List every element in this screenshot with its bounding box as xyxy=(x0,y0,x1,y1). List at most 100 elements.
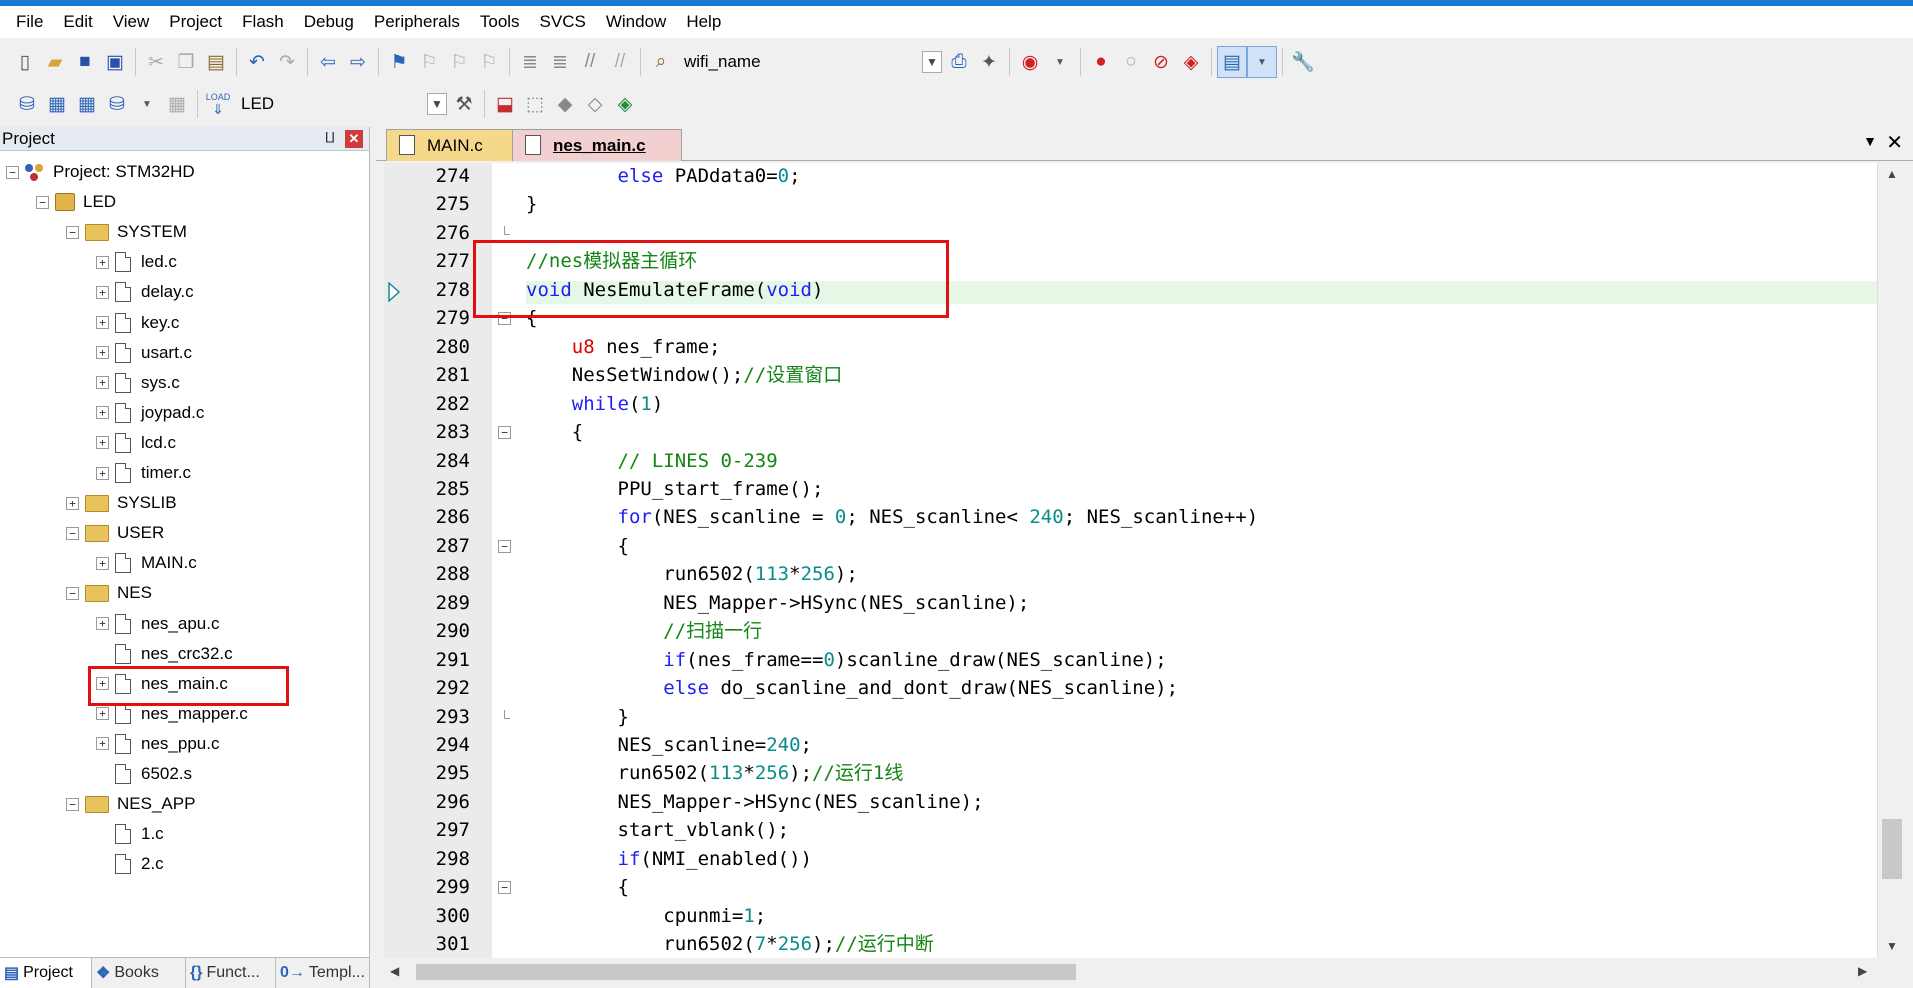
expand-icon[interactable]: + xyxy=(96,617,109,630)
target-options-icon[interactable]: ⚒ xyxy=(449,88,479,120)
nav-forward-icon[interactable]: ⇨ xyxy=(343,46,373,78)
expand-icon[interactable]: + xyxy=(96,255,109,269)
next-bookmark-icon[interactable]: ⚐ xyxy=(444,46,474,78)
disable-all-breakpoints-icon[interactable]: ⊘ xyxy=(1146,46,1176,78)
menu-peripherals[interactable]: Peripherals xyxy=(364,6,470,38)
menu-project[interactable]: Project xyxy=(159,6,232,38)
fold-icon[interactable]: − xyxy=(498,426,511,440)
tree-item[interactable]: 6502.s xyxy=(96,762,192,786)
tree-item[interactable]: + nes_apu.c xyxy=(96,612,219,636)
collapse-icon[interactable]: − xyxy=(36,195,49,209)
expand-icon[interactable]: + xyxy=(96,376,109,390)
download-icon[interactable]: LOAD ⇓ xyxy=(203,88,233,120)
expand-icon[interactable]: + xyxy=(96,556,109,570)
collapse-icon[interactable]: − xyxy=(66,526,79,540)
collapse-icon[interactable]: − xyxy=(6,165,19,179)
select-packs-icon[interactable]: ⬚ xyxy=(520,88,550,120)
incremental-find-icon[interactable]: ✦ xyxy=(974,46,1004,78)
expand-icon[interactable]: + xyxy=(96,346,109,360)
fold-icon[interactable]: − xyxy=(498,881,511,895)
configure-icon[interactable]: 🔧 xyxy=(1288,46,1318,78)
menu-file[interactable]: File xyxy=(6,6,53,38)
close-icon[interactable]: ✕ xyxy=(1886,130,1903,155)
vertical-scrollbar[interactable]: ▲ ▼ xyxy=(1877,163,1905,958)
clear-bookmarks-icon[interactable]: ⚐ xyxy=(474,46,504,78)
fold-icon[interactable]: − xyxy=(498,539,511,553)
batch-build-icon[interactable]: ⛁ xyxy=(102,88,132,120)
tree-item[interactable]: + SYSLIB xyxy=(66,491,177,515)
expand-icon[interactable]: + xyxy=(96,406,109,420)
chevron-down-icon[interactable]: ▼ xyxy=(427,93,447,115)
collapse-icon[interactable]: − xyxy=(66,797,79,811)
tree-item[interactable]: + led.c xyxy=(96,250,177,274)
expand-icon[interactable]: + xyxy=(96,707,109,721)
tree-item[interactable]: − USER xyxy=(66,521,164,545)
expand-icon[interactable]: + xyxy=(66,496,79,510)
debug-session-icon[interactable]: ◉ xyxy=(1015,46,1045,78)
tab-list-dropdown-icon[interactable]: ▼ xyxy=(1863,133,1877,149)
find-icon[interactable]: ⎙ xyxy=(944,46,974,78)
tree-item[interactable]: + delay.c xyxy=(96,280,194,304)
layout-dropdown-icon[interactable]: ▼ xyxy=(1247,46,1277,78)
horizontal-scrollbar[interactable]: ◀ ▶ xyxy=(384,958,1877,986)
tree-item[interactable]: 2.c xyxy=(96,852,164,876)
expand-icon[interactable]: + xyxy=(96,436,109,450)
tree-item[interactable]: − NES_APP xyxy=(66,792,195,816)
menu-debug[interactable]: Debug xyxy=(294,6,364,38)
tree-item[interactable]: − SYSTEM xyxy=(66,220,187,244)
batch-dropdown-icon[interactable]: ▼ xyxy=(132,88,162,120)
nav-back-icon[interactable]: ⇦ xyxy=(313,46,343,78)
tree-item[interactable]: − Project: STM32HD xyxy=(6,160,195,184)
stop-build-icon[interactable]: ▦ xyxy=(162,88,192,120)
manage-components-icon[interactable]: ◆ xyxy=(550,88,580,120)
translate-icon[interactable]: ⛁ xyxy=(12,88,42,120)
window-layout-icon[interactable]: ▤ xyxy=(1217,46,1247,78)
bottom-tab-funct[interactable]: {} Funct... xyxy=(186,958,276,988)
pack-installer-icon[interactable]: ◇ xyxy=(580,88,610,120)
tree-item[interactable]: + sys.c xyxy=(96,371,180,395)
menu-tools[interactable]: Tools xyxy=(470,6,530,38)
tree-item[interactable]: + nes_ppu.c xyxy=(96,732,219,756)
breakpoint-icon[interactable]: ● xyxy=(1086,46,1116,78)
find-combo[interactable]: wifi_name ▼ xyxy=(676,47,944,77)
build-icon[interactable]: ▦ xyxy=(42,88,72,120)
menu-help[interactable]: Help xyxy=(676,6,731,38)
uncomment-icon[interactable]: // xyxy=(605,46,635,78)
collapse-icon[interactable]: − xyxy=(66,225,79,239)
redo-icon[interactable]: ↷ xyxy=(272,46,302,78)
bottom-tab-project[interactable]: ▤ Project xyxy=(0,958,92,988)
open-file-icon[interactable]: ▰ xyxy=(40,46,70,78)
expand-icon[interactable]: + xyxy=(96,737,109,751)
menu-window[interactable]: Window xyxy=(596,6,676,38)
tree-item[interactable]: + lcd.c xyxy=(96,431,176,455)
tree-item[interactable]: + key.c xyxy=(96,311,179,335)
find-in-files-icon[interactable]: ⌕ xyxy=(646,46,676,78)
tree-item[interactable]: + usart.c xyxy=(96,341,192,365)
menu-edit[interactable]: Edit xyxy=(53,6,102,38)
bottom-tab-templ[interactable]: 0→ Templ... xyxy=(276,958,370,988)
vertical-scroll-thumb[interactable] xyxy=(1882,819,1902,879)
tree-item[interactable]: + MAIN.c xyxy=(96,551,197,575)
prev-bookmark-icon[interactable]: ⚐ xyxy=(414,46,444,78)
expand-icon[interactable]: + xyxy=(96,285,109,299)
expand-icon[interactable]: + xyxy=(96,316,109,329)
tree-item[interactable]: + joypad.c xyxy=(96,401,204,425)
menu-flash[interactable]: Flash xyxy=(232,6,294,38)
runtime-env-icon[interactable]: ◈ xyxy=(610,88,640,120)
menu-view[interactable]: View xyxy=(103,6,160,38)
undo-icon[interactable]: ↶ xyxy=(242,46,272,78)
manage-project-icon[interactable]: ⬓ xyxy=(490,88,520,120)
copy-icon[interactable]: ❐ xyxy=(171,46,201,78)
save-icon[interactable]: ■ xyxy=(70,46,100,78)
menu-svcs[interactable]: SVCS xyxy=(530,6,596,38)
tree-item[interactable]: 1.c xyxy=(96,822,164,846)
cut-icon[interactable]: ✂ xyxy=(141,46,171,78)
scroll-left-icon[interactable]: ◀ xyxy=(390,964,399,978)
tree-item[interactable]: − LED xyxy=(36,190,116,214)
unindent-icon[interactable]: ≣ xyxy=(545,46,575,78)
scroll-up-icon[interactable]: ▲ xyxy=(1886,167,1898,181)
save-all-icon[interactable]: ▣ xyxy=(100,46,130,78)
tree-item[interactable]: − NES xyxy=(66,581,152,605)
new-file-icon[interactable]: ▯ xyxy=(10,46,40,78)
debug-dropdown-icon[interactable]: ▼ xyxy=(1045,46,1075,78)
